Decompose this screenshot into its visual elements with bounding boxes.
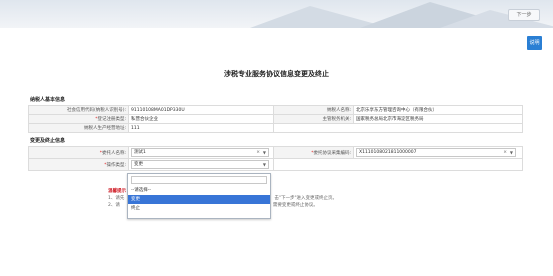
agreement-code-cell: X1110108021811000007 × ▼ bbox=[353, 146, 523, 159]
address-label: 纳税人生产经营地址: bbox=[28, 123, 129, 133]
tax-org-label: 主管税务机关: bbox=[273, 114, 354, 124]
agent-name-cell: 测试1 × ▼ bbox=[128, 146, 274, 159]
chevron-down-icon[interactable]: ▼ bbox=[263, 149, 266, 156]
clear-icon[interactable]: × bbox=[503, 149, 507, 156]
required-marker: * bbox=[95, 117, 98, 122]
agent-name-select[interactable]: 测试1 × ▼ bbox=[131, 148, 269, 157]
dropdown-option[interactable]: 终止 bbox=[128, 204, 270, 213]
op-type-cell: 变更 ▼ bbox=[128, 158, 274, 171]
reg-type-label: *登记注册类型: bbox=[28, 114, 129, 124]
address-value: 111 bbox=[128, 123, 274, 133]
clear-icon[interactable]: × bbox=[256, 149, 260, 156]
chevron-down-icon[interactable]: ▼ bbox=[510, 149, 513, 156]
op-type-select[interactable]: 变更 ▼ bbox=[131, 160, 269, 169]
page-title: 涉税专业服务协议信息变更及终止 bbox=[224, 70, 329, 78]
taxpayer-name-label: 纳税人名称: bbox=[273, 105, 354, 115]
section-title-taxpayer: 纳税人基本信息 bbox=[30, 97, 66, 103]
required-marker: * bbox=[311, 150, 314, 156]
next-step-button[interactable]: 下一步 bbox=[508, 9, 540, 21]
top-banner: 下一步 bbox=[0, 0, 553, 28]
section-title-change: 变更及终止信息 bbox=[30, 138, 66, 144]
help-button[interactable]: 说明 bbox=[527, 36, 542, 50]
required-marker: * bbox=[99, 150, 102, 156]
reg-type-value: 私营合伙企业 bbox=[128, 114, 274, 124]
dropdown-search-input[interactable] bbox=[131, 176, 267, 184]
agreement-code-select[interactable]: X1110108021811000007 × ▼ bbox=[356, 148, 516, 157]
empty-cell bbox=[273, 123, 523, 133]
chevron-down-icon[interactable]: ▼ bbox=[263, 161, 266, 168]
empty-cell bbox=[273, 158, 523, 171]
op-type-value: 变更 bbox=[134, 162, 143, 167]
agreement-code-value: X1110108021811000007 bbox=[359, 150, 417, 155]
required-marker: * bbox=[104, 162, 107, 168]
agreement-code-label: *委托协议采集编码: bbox=[273, 146, 354, 159]
op-type-label: *操作类型: bbox=[28, 158, 129, 171]
dropdown-option[interactable]: 变更 bbox=[128, 195, 270, 204]
credit-code-label: 社会信用代码(纳税人识别号): bbox=[28, 105, 129, 115]
op-type-dropdown: --请选择-- 变更 终止 bbox=[127, 173, 271, 219]
change-info-table: *委托人名称: 测试1 × ▼ *委托协议采集编码: X111010802181… bbox=[28, 146, 523, 171]
tax-org-value: 国家税务总局北京市海淀区税务局 bbox=[353, 114, 523, 124]
dropdown-option[interactable]: --请选择-- bbox=[128, 186, 270, 195]
agent-name-label: *委托人名称: bbox=[28, 146, 129, 159]
credit-code-value: 91110108MA01DP330U bbox=[128, 105, 274, 115]
taxpayer-name-value: 北京乐享东方管理咨询中心（有限合伙） bbox=[353, 105, 523, 115]
agent-name-value: 测试1 bbox=[134, 150, 146, 155]
taxpayer-info-table: 社会信用代码(纳税人识别号): 91110108MA01DP330U 纳税人名称… bbox=[28, 105, 523, 133]
